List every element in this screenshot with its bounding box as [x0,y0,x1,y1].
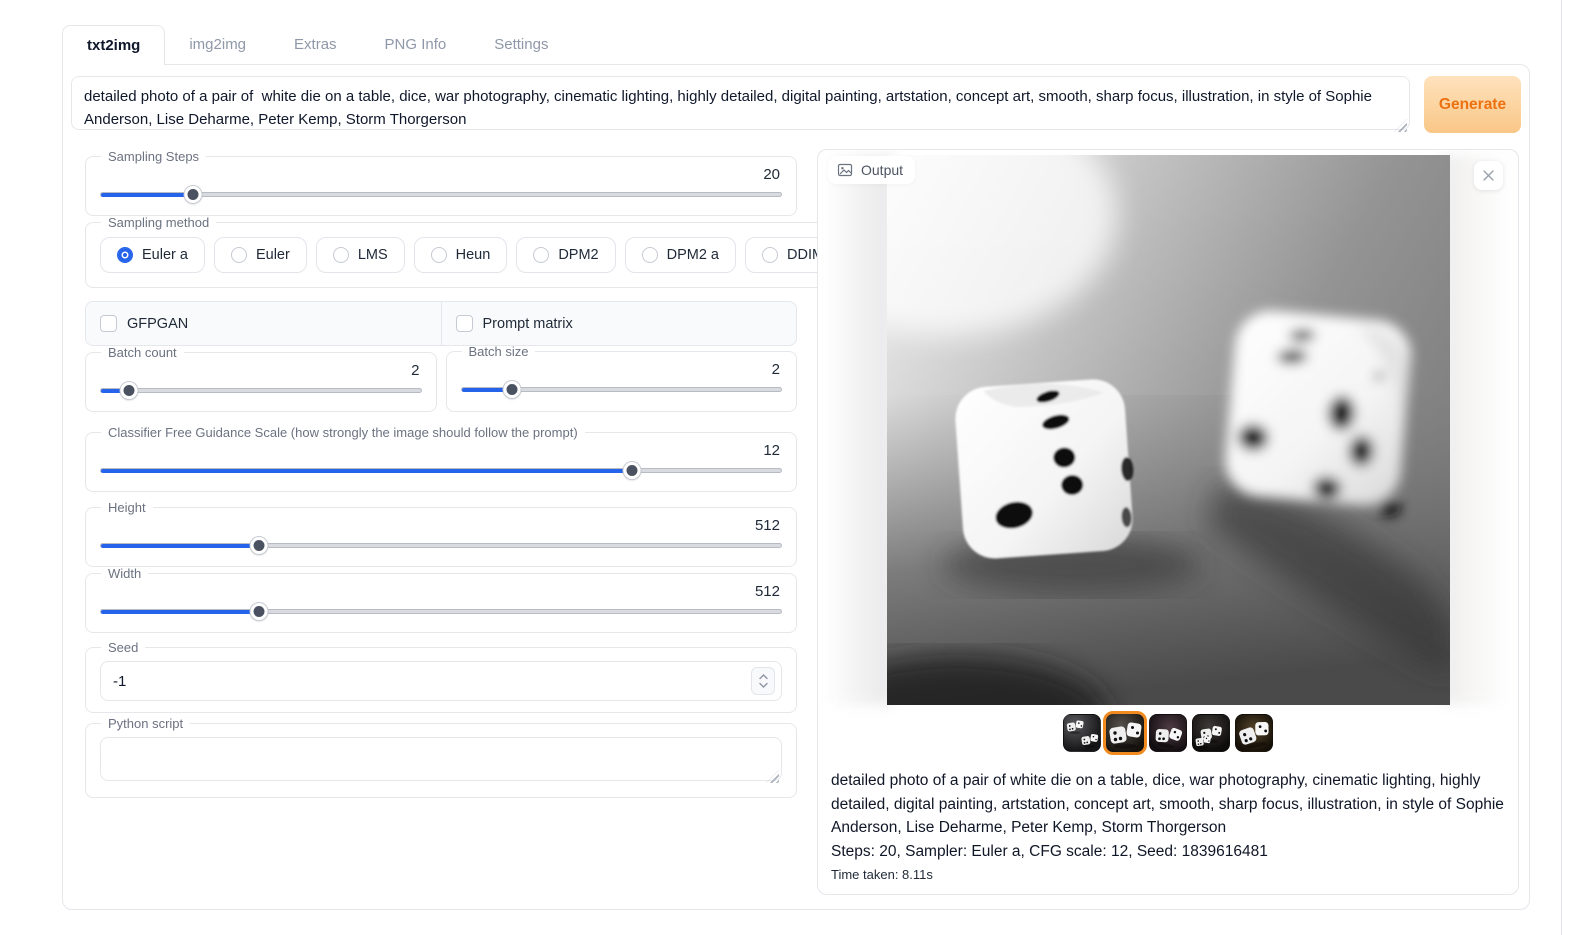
output-caption-block: detailed photo of a pair of white die on… [818,752,1518,882]
tab-png-info[interactable]: PNG Info [361,25,471,64]
slider-handle[interactable] [120,382,137,399]
seed-group: Seed [85,640,797,713]
python-script-label: Python script [101,716,190,731]
chevron-down-icon[interactable] [759,682,768,688]
close-icon[interactable] [1474,161,1503,190]
txt2img-panel: detailed photo of a pair of white die on… [62,64,1530,910]
height-label: Height [101,500,153,515]
sd-webui: txt2img img2img Extras PNG Info Settings… [62,25,1530,910]
image-icon [837,162,853,178]
slider-handle[interactable] [250,603,267,620]
app-viewport: txt2img img2img Extras PNG Info Settings… [0,0,1594,935]
tab-img2img[interactable]: img2img [165,25,270,64]
output-tag: Output [828,156,915,184]
radio-icon [642,247,658,263]
prompt-row: detailed photo of a pair of white die on… [71,76,1521,135]
gallery-thumb-1[interactable] [1063,714,1101,752]
slider-handle[interactable] [184,186,201,203]
tab-txt2img[interactable]: txt2img [62,25,165,65]
prompt-matrix-label: Prompt matrix [483,316,573,332]
height-slider[interactable] [100,536,782,555]
scrollbar-edge [1561,0,1562,935]
radio-icon [762,247,778,263]
gfpgan-label: GFPGAN [127,316,188,332]
cfg-scale-label: Classifier Free Guidance Scale (how stro… [101,425,585,440]
gfpgan-checkbox[interactable]: GFPGAN [86,302,441,345]
output-panel: Output [817,149,1519,895]
gallery-thumb-4[interactable] [1192,714,1230,752]
tab-settings[interactable]: Settings [470,25,572,64]
prompt-matrix-checkbox[interactable]: Prompt matrix [441,302,797,345]
time-taken: Time taken: 8.11s [831,867,1504,882]
output-label: Output [861,162,903,178]
sampling-method-label: Sampling method [101,215,216,230]
python-script-input[interactable] [100,737,782,781]
radio-dpm2-a[interactable]: DPM2 a [625,237,736,273]
image-letterbox-left [824,155,894,705]
output-caption: detailed photo of a pair of white die on… [831,769,1504,840]
radio-heun[interactable]: Heun [414,237,508,273]
radio-dpm2[interactable]: DPM2 [516,237,615,273]
batch-size-value: 2 [461,361,783,379]
radio-euler-a[interactable]: Euler a [100,237,205,273]
sampling-steps-group: Sampling Steps 20 [85,149,797,216]
radio-icon [231,247,247,263]
sampling-steps-slider[interactable] [100,185,782,204]
seed-label: Seed [101,640,145,655]
batch-size-group: Batch size 2 [446,344,798,412]
radio-euler[interactable]: Euler [214,237,307,273]
batch-count-slider[interactable] [100,381,422,400]
output-column: Output [817,149,1519,895]
checkbox-icon[interactable] [100,315,117,332]
settings-column: Sampling Steps 20 Sampling method Euler … [85,149,797,798]
generated-image[interactable] [887,155,1450,705]
height-group: Height 512 [85,500,797,567]
chevron-up-icon[interactable] [759,674,768,680]
batch-count-label: Batch count [101,345,184,360]
radio-label: Euler [256,247,290,263]
height-value: 512 [100,517,782,535]
tab-bar: txt2img img2img Extras PNG Info Settings [62,25,1530,64]
seed-input[interactable] [100,661,782,701]
checkbox-icon[interactable] [456,315,473,332]
slider-handle[interactable] [503,381,520,398]
number-stepper[interactable] [751,667,775,695]
batch-size-label: Batch size [462,344,536,359]
slider-handle[interactable] [250,537,267,554]
output-gallery [818,714,1518,752]
width-group: Width 512 [85,566,797,633]
python-script-group: Python script [85,716,797,798]
gallery-thumb-2-selected[interactable] [1103,711,1147,755]
radio-label: DPM2 a [667,247,719,263]
batch-count-group: Batch count 2 [85,345,437,412]
gallery-thumb-5[interactable] [1235,714,1273,752]
radio-label: Heun [456,247,491,263]
batch-count-value: 2 [100,362,422,380]
radio-label: DPM2 [558,247,598,263]
cfg-scale-slider[interactable] [100,461,782,480]
batch-size-slider[interactable] [461,380,783,399]
generate-button[interactable]: Generate [1424,76,1521,133]
image-letterbox-right [1442,155,1512,705]
tab-extras[interactable]: Extras [270,25,361,64]
radio-icon [333,247,349,263]
width-value: 512 [100,583,782,601]
cfg-scale-value: 12 [100,442,782,460]
radio-lms[interactable]: LMS [316,237,405,273]
radio-icon [431,247,447,263]
width-label: Width [101,566,148,581]
sampling-steps-label: Sampling Steps [101,149,206,164]
cfg-scale-group: Classifier Free Guidance Scale (how stro… [85,425,797,492]
radio-label: LMS [358,247,388,263]
radio-label: Euler a [142,247,188,263]
gallery-thumb-3[interactable] [1149,714,1187,752]
radio-icon [533,247,549,263]
radio-icon [117,247,133,263]
output-params: Steps: 20, Sampler: Euler a, CFG scale: … [831,840,1504,864]
sampling-steps-value: 20 [100,166,782,184]
width-slider[interactable] [100,602,782,621]
options-cluster: GFPGAN Prompt matrix [85,301,797,346]
prompt-input[interactable]: detailed photo of a pair of white die on… [71,76,1410,130]
slider-handle[interactable] [623,462,640,479]
